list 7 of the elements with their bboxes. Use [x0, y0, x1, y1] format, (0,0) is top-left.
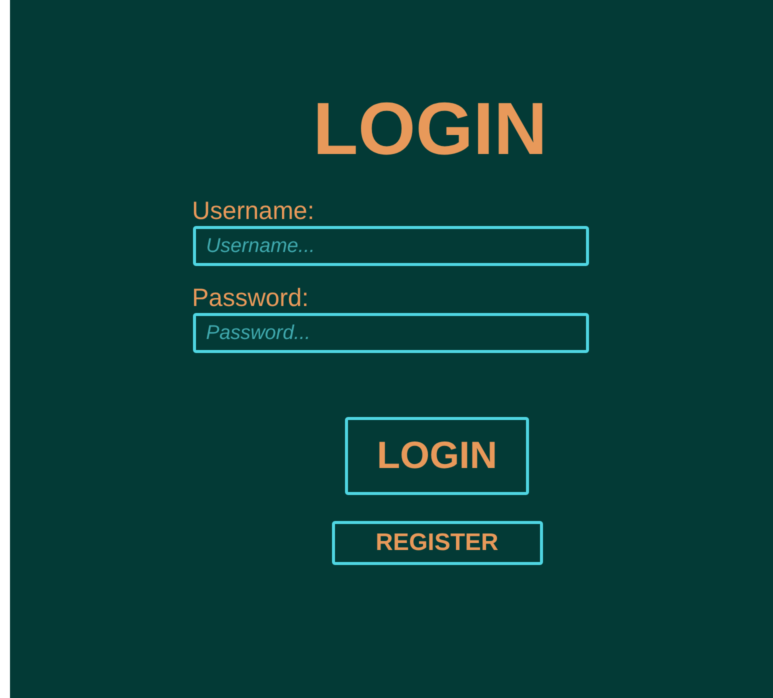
field-label: Username:	[192, 196, 314, 226]
username-field[interactable]: Username...	[193, 226, 589, 266]
login-title: LOGIN	[312, 86, 548, 172]
register-button[interactable]: REGISTER	[332, 521, 542, 565]
field-label: Password:	[192, 283, 309, 313]
login-button[interactable]: LOGIN	[345, 417, 529, 495]
password-field[interactable]: Password...	[193, 313, 589, 353]
